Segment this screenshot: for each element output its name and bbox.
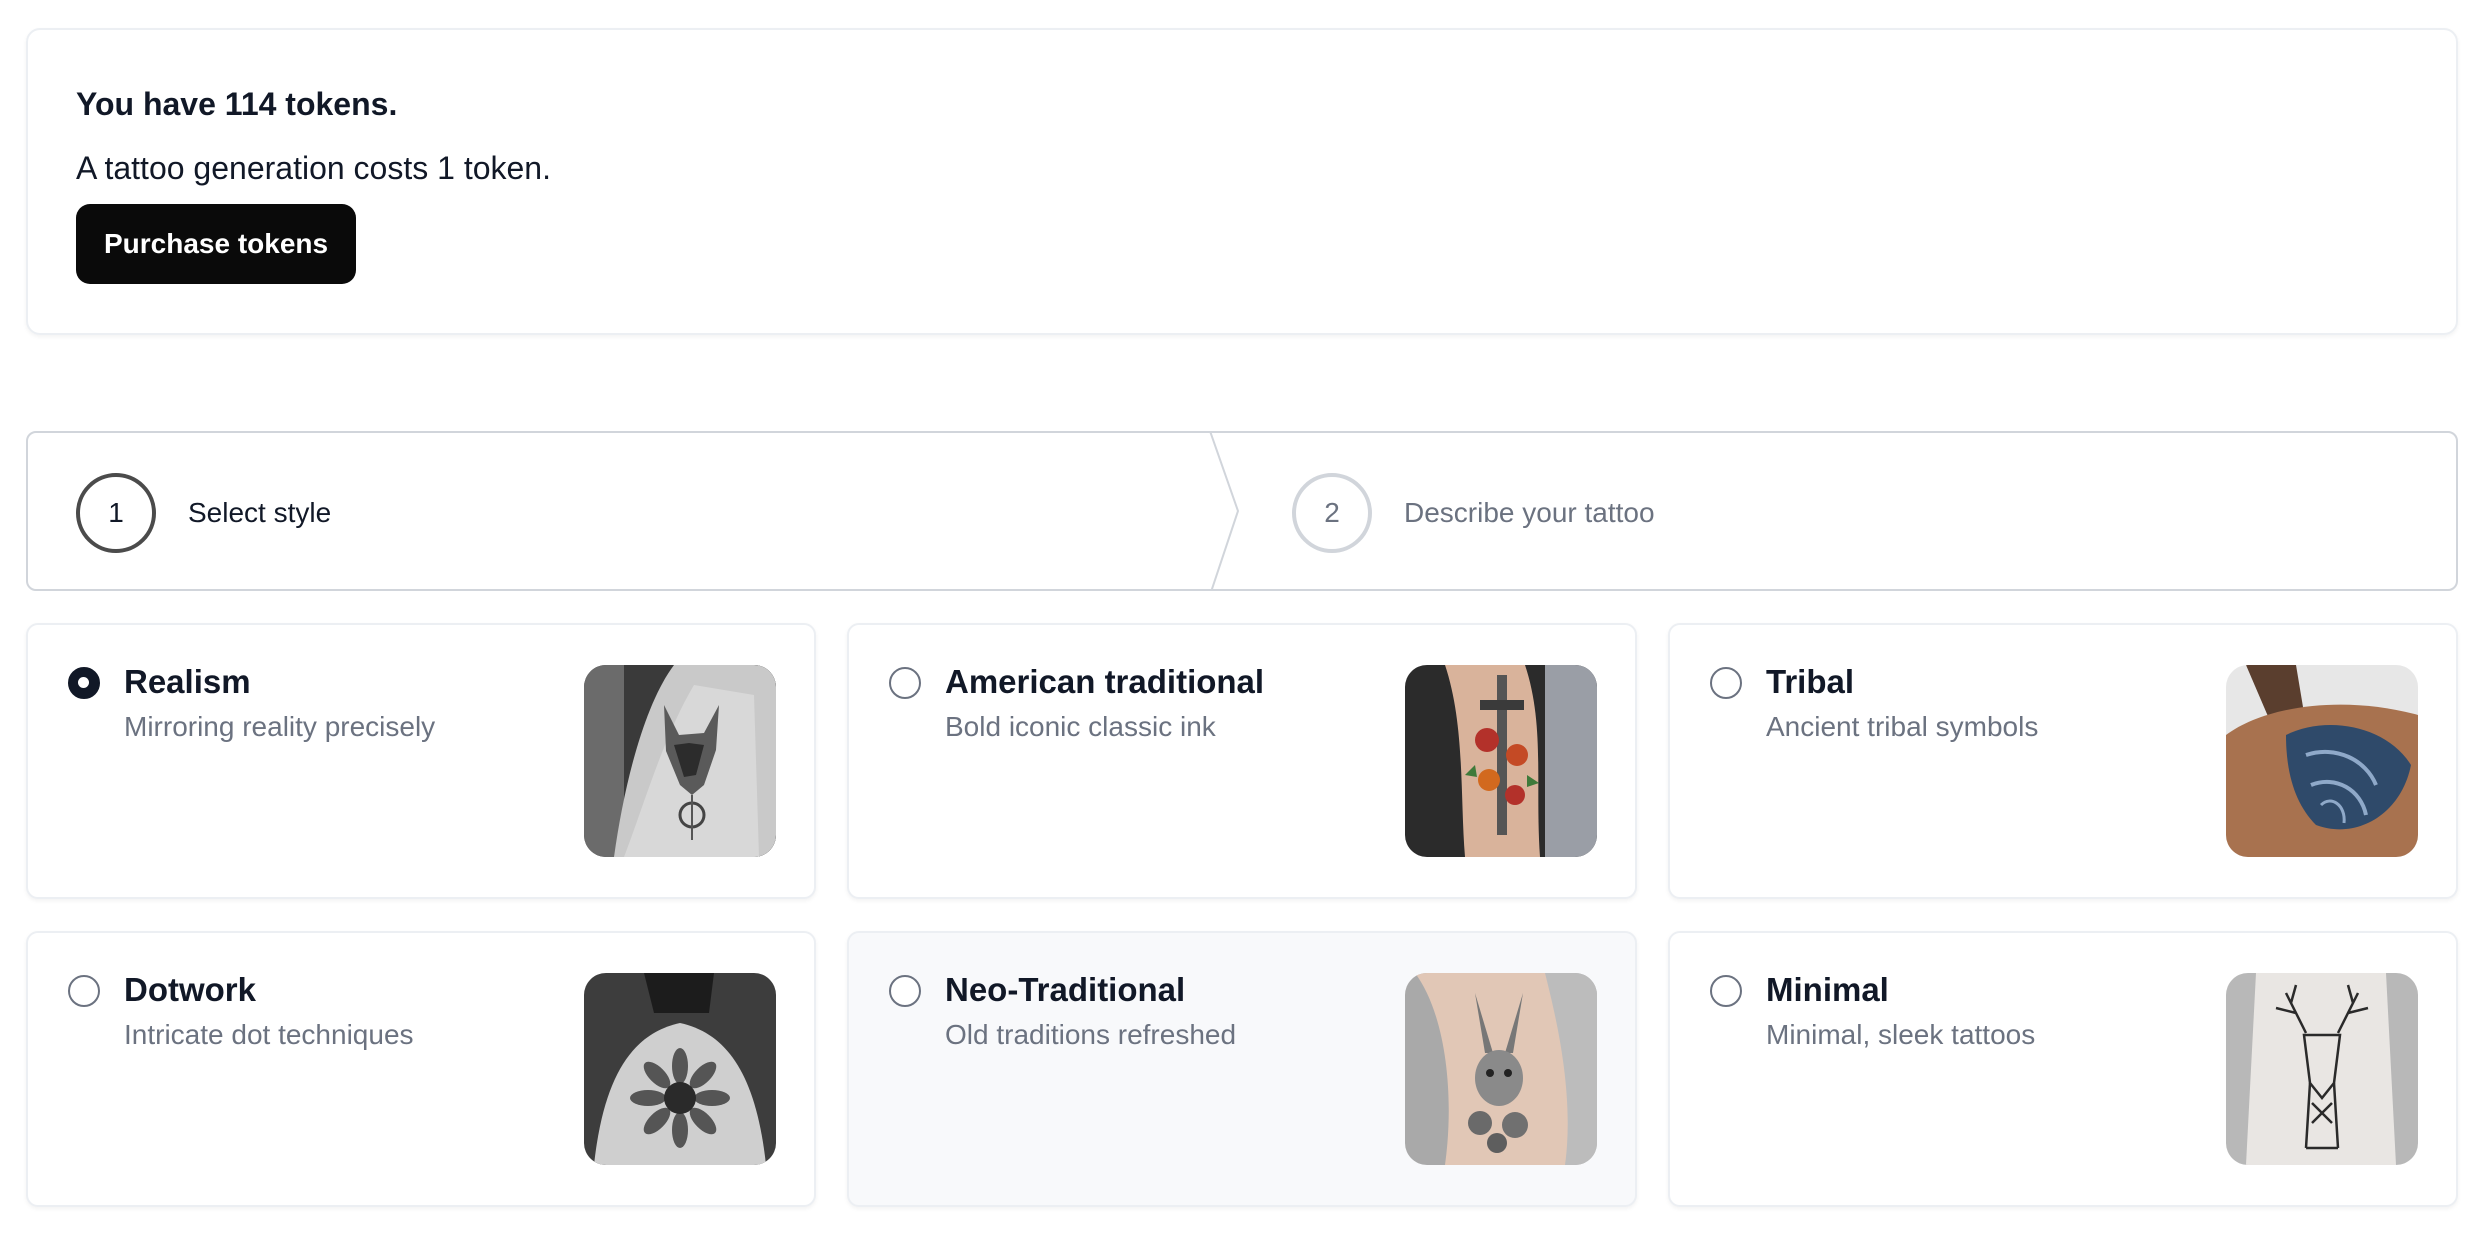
wolf-tattoo-image: [584, 665, 776, 857]
step-select-style[interactable]: 1 Select style: [76, 433, 332, 589]
style-option-dotwork[interactable]: Dotwork Intricate dot techniques: [26, 931, 816, 1207]
style-options-grid: Realism Mirroring reality precisely Amer…: [26, 623, 2458, 1207]
style-title: Dotwork: [124, 971, 256, 1008]
style-option-realism[interactable]: Realism Mirroring reality precisely: [26, 623, 816, 899]
sunflower-tattoo-image: [584, 973, 776, 1165]
style-title: Tribal: [1766, 663, 1855, 700]
token-balance-title: You have 114 tokens.: [76, 86, 398, 122]
style-description: Old traditions refreshed: [945, 1019, 1237, 1050]
rabbit-tattoo-image: [1405, 973, 1597, 1165]
page: You have 114 tokens. A tattoo generation…: [26, 28, 2458, 1207]
dagger-tattoo-image: [1405, 665, 1597, 857]
style-option-neo-traditional[interactable]: Neo-Traditional Old traditions refreshed: [847, 931, 1637, 1207]
style-description: Bold iconic classic ink: [945, 711, 1216, 742]
radio-button[interactable]: [889, 975, 921, 1007]
radio-button[interactable]: [68, 667, 100, 699]
style-description: Ancient tribal symbols: [1766, 711, 2039, 742]
step-label: Select style: [188, 497, 332, 528]
tribal-tattoo-image: [2226, 665, 2418, 857]
step-divider-chevron: [1209, 433, 1240, 589]
style-title: Realism: [124, 663, 251, 700]
style-option-american-traditional[interactable]: American traditional Bold iconic classic…: [847, 623, 1637, 899]
token-balance-card: You have 114 tokens. A tattoo generation…: [26, 28, 2458, 335]
deer-tattoo-image: [2226, 973, 2418, 1165]
radio-button[interactable]: [1710, 667, 1742, 699]
purchase-tokens-button[interactable]: Purchase tokens: [76, 204, 357, 284]
radio-button[interactable]: [1710, 975, 1742, 1007]
style-description: Minimal, sleek tattoos: [1766, 1019, 2036, 1050]
step-label: Describe your tattoo: [1404, 497, 1655, 528]
style-title: Minimal: [1766, 971, 1889, 1008]
style-description: Mirroring reality precisely: [124, 711, 436, 742]
step-number-circle: 1: [76, 473, 156, 553]
radio-button[interactable]: [68, 975, 100, 1007]
style-title: American traditional: [945, 663, 1265, 700]
style-option-tribal[interactable]: Tribal Ancient tribal symbols: [1668, 623, 2458, 899]
progress-stepper: 1 Select style 2 Describe your tattoo: [26, 431, 2458, 591]
style-description: Intricate dot techniques: [124, 1019, 414, 1050]
step-number-circle: 2: [1292, 473, 1372, 553]
step-describe-tattoo[interactable]: 2 Describe your tattoo: [1292, 433, 1655, 589]
radio-button[interactable]: [889, 667, 921, 699]
style-option-minimal[interactable]: Minimal Minimal, sleek tattoos: [1668, 931, 2458, 1207]
token-cost-text: A tattoo generation costs 1 token.: [76, 150, 551, 186]
style-title: Neo-Traditional: [945, 971, 1186, 1008]
